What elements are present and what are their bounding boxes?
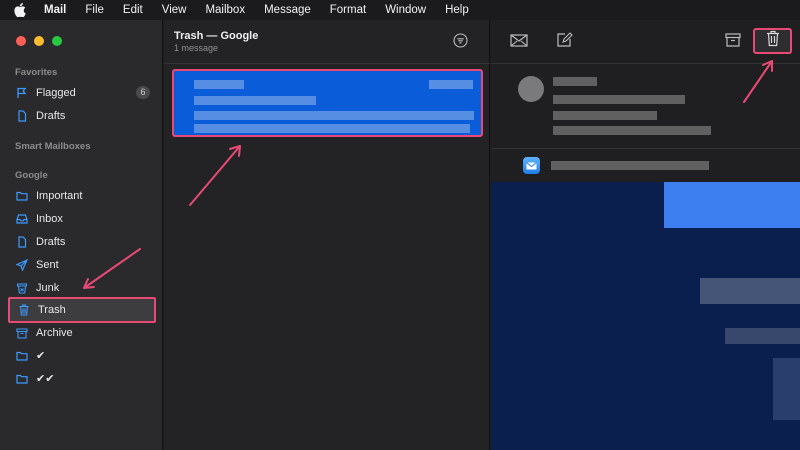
redacted-subject — [194, 96, 316, 105]
divider — [164, 63, 490, 64]
folder-icon — [16, 350, 28, 362]
sidebar-item-drafts[interactable]: Drafts — [8, 230, 156, 253]
redacted-text-block — [725, 328, 800, 344]
sidebar-item-label: ✔ — [36, 350, 46, 362]
redacted-date — [429, 80, 473, 89]
delete-button[interactable] — [753, 28, 792, 54]
sidebar-item-label: Sent — [36, 258, 59, 271]
redacted-sender-header — [551, 161, 709, 170]
envelope-icon[interactable] — [510, 32, 528, 48]
sidebar-item-label: Archive — [36, 326, 73, 339]
smart-mailboxes-section-label: Smart Mailboxes — [15, 141, 91, 152]
redacted-text-block — [700, 278, 800, 304]
message-reader-pane — [491, 20, 800, 450]
divider — [491, 63, 800, 64]
email-body-content — [491, 182, 800, 450]
menu-format[interactable]: Format — [330, 4, 366, 16]
mail-window: Favorites Flagged 6 Drafts Smart Mailbox… — [0, 20, 800, 450]
paper-plane-icon — [16, 258, 28, 271]
sidebar-item-label: Trash — [38, 304, 66, 316]
minimize-window-button[interactable] — [34, 36, 44, 46]
redacted-sender — [194, 80, 244, 89]
menu-view[interactable]: View — [162, 4, 187, 16]
sidebar-item-label: Junk — [36, 281, 60, 294]
message-list-item-selected[interactable] — [172, 69, 483, 137]
sidebar-item-label: Inbox — [36, 212, 63, 225]
window-controls — [16, 36, 62, 46]
redacted-banner — [664, 182, 800, 228]
favorites-section-label: Favorites — [15, 67, 58, 78]
redacted-preview-line-2 — [194, 124, 470, 133]
redacted-text-block — [773, 358, 800, 420]
flag-icon — [16, 87, 28, 99]
compose-icon[interactable] — [555, 32, 573, 48]
sidebar-item-label: Drafts — [36, 235, 66, 248]
sidebar-item-inbox[interactable]: Inbox — [8, 207, 156, 230]
google-section-label: Google — [15, 170, 48, 181]
divider — [491, 148, 800, 149]
document-icon — [16, 235, 28, 248]
zoom-window-button[interactable] — [52, 36, 62, 46]
redacted-sender-name — [553, 77, 597, 86]
message-count: 1 message — [174, 43, 219, 53]
inbox-tray-icon — [16, 213, 28, 225]
unread-count-badge: 6 — [136, 86, 150, 99]
menu-edit[interactable]: Edit — [123, 4, 143, 16]
mailbox-title: Trash — Google — [174, 30, 259, 42]
sidebar-item-archive[interactable]: Archive — [8, 321, 156, 344]
archive-icon[interactable] — [724, 32, 742, 48]
sidebar-item-trash[interactable]: Trash — [8, 297, 156, 323]
sidebar-item-folder-double-check[interactable]: ✔✔ — [8, 367, 156, 390]
message-list-pane: Trash — Google 1 message — [164, 20, 490, 450]
document-icon — [16, 109, 28, 122]
archive-box-icon — [16, 327, 28, 339]
sidebar-item-important[interactable]: Important — [8, 184, 156, 207]
sidebar-item-label: Flagged — [36, 86, 76, 99]
menu-help[interactable]: Help — [445, 4, 469, 16]
menu-mail[interactable]: Mail — [44, 4, 66, 16]
sidebar-item-sent[interactable]: Sent — [8, 253, 156, 276]
sidebar: Favorites Flagged 6 Drafts Smart Mailbox… — [0, 20, 163, 450]
sender-avatar — [518, 76, 544, 102]
sidebar-item-label: Important — [36, 189, 83, 202]
sidebar-item-favorite-drafts[interactable]: Drafts — [8, 104, 156, 127]
apple-logo-icon[interactable] — [14, 0, 28, 20]
sidebar-item-label: ✔✔ — [36, 373, 55, 385]
filter-icon[interactable] — [453, 33, 468, 48]
folder-icon — [16, 190, 28, 202]
folder-icon — [16, 373, 28, 385]
sidebar-item-junk[interactable]: Junk — [8, 276, 156, 299]
menu-window[interactable]: Window — [385, 4, 426, 16]
sidebar-item-flagged[interactable]: Flagged 6 — [8, 81, 156, 104]
redacted-subject — [553, 95, 685, 104]
redacted-details — [553, 126, 711, 135]
menu-message[interactable]: Message — [264, 4, 311, 16]
close-window-button[interactable] — [16, 36, 26, 46]
mail-app-icon — [523, 157, 540, 174]
sidebar-item-folder-check[interactable]: ✔ — [8, 344, 156, 367]
sidebar-item-label: Drafts — [36, 109, 66, 122]
trash-icon — [765, 30, 781, 52]
redacted-preview-line-1 — [194, 111, 474, 120]
junk-bin-icon — [16, 282, 28, 294]
menu-bar: Mail File Edit View Mailbox Message Form… — [0, 0, 800, 20]
menu-file[interactable]: File — [85, 4, 104, 16]
redacted-recipients — [553, 111, 657, 120]
menu-mailbox[interactable]: Mailbox — [205, 4, 245, 16]
trash-icon — [18, 304, 30, 316]
